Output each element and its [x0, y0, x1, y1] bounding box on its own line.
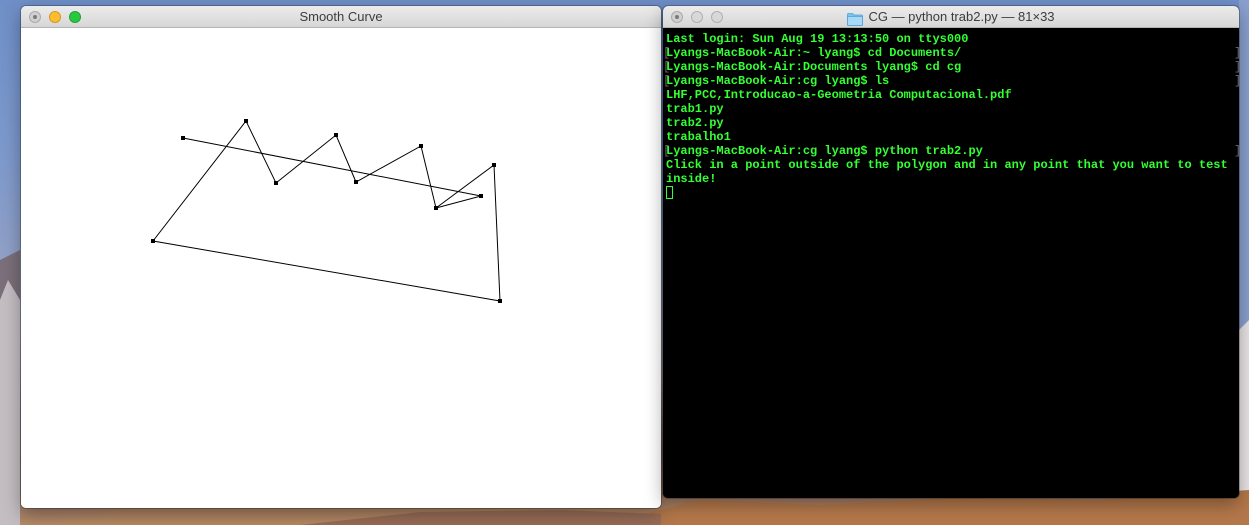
polygon-vertex[interactable] [354, 180, 358, 184]
prompt-mark-icon: ] [1234, 60, 1239, 74]
text-cursor-icon [666, 186, 673, 199]
zoom-button[interactable] [711, 11, 723, 23]
terminal-line: LHF,PCC,Introducao-a-Geometria Computaci… [666, 88, 1012, 102]
terminal-output[interactable]: Last login: Sun Aug 19 13:13:50 on ttys0… [663, 28, 1239, 498]
polygon-vertex[interactable] [492, 163, 496, 167]
terminal-line: trabalho1 [666, 130, 731, 144]
minimize-button[interactable] [691, 11, 703, 23]
polygon-vertex[interactable] [274, 181, 278, 185]
terminal-line: [Lyangs-MacBook-Air:~ lyang$ cd Document… [663, 46, 1239, 60]
prompt-mark-icon: [ [663, 74, 671, 88]
window-title: CG — python trab2.py — 81×33 [663, 6, 1239, 28]
terminal-line: [Lyangs-MacBook-Air:cg lyang$ ls] [663, 74, 1239, 88]
polygon-vertex[interactable] [181, 136, 185, 140]
prompt-mark-icon: [ [663, 46, 671, 60]
drawing-window-titlebar[interactable]: Smooth Curve [21, 6, 661, 28]
polygon-vertex[interactable] [434, 206, 438, 210]
prompt-mark-icon: ] [1234, 46, 1239, 60]
polygon-vertex[interactable] [498, 299, 502, 303]
polygon-drawing[interactable] [21, 28, 661, 508]
prompt-mark-icon: ] [1234, 144, 1239, 158]
polygon-vertex[interactable] [419, 144, 423, 148]
terminal-line: Click in a point outside of the polygon … [666, 158, 1228, 172]
desktop-background: Smooth Curve CG — python trab2.py — 81×3… [0, 0, 1249, 525]
polygon-vertex[interactable] [479, 194, 483, 198]
polygon-vertex[interactable] [244, 119, 248, 123]
polygon-vertex[interactable] [151, 239, 155, 243]
window-title-text: Smooth Curve [299, 9, 383, 24]
terminal-line: Last login: Sun Aug 19 13:13:50 on ttys0… [666, 32, 969, 46]
prompt-mark-icon: [ [663, 60, 671, 74]
terminal-window: CG — python trab2.py — 81×33 Last login:… [663, 6, 1239, 498]
window-controls [671, 11, 723, 23]
zoom-button[interactable] [69, 11, 81, 23]
drawing-window: Smooth Curve [21, 6, 661, 508]
terminal-line: [Lyangs-MacBook-Air:cg lyang$ python tra… [663, 144, 1239, 158]
terminal-line: [Lyangs-MacBook-Air:Documents lyang$ cd … [663, 60, 1239, 74]
prompt-mark-icon: [ [663, 144, 671, 158]
polygon-vertex[interactable] [334, 133, 338, 137]
terminal-cursor-line [666, 186, 1239, 200]
prompt-mark-icon: ] [1234, 74, 1239, 88]
window-controls [29, 11, 81, 23]
drawing-canvas[interactable] [21, 28, 661, 508]
minimize-button[interactable] [49, 11, 61, 23]
terminal-line: trab2.py [666, 116, 724, 130]
window-title-text: CG — python trab2.py — 81×33 [868, 9, 1055, 24]
window-title: Smooth Curve [21, 6, 661, 28]
terminal-line: trab1.py [666, 102, 724, 116]
close-button[interactable] [29, 11, 41, 23]
folder-icon [847, 11, 864, 26]
polygon-edges [152, 120, 501, 302]
close-button[interactable] [671, 11, 683, 23]
terminal-titlebar[interactable]: CG — python trab2.py — 81×33 [663, 6, 1239, 28]
terminal-line: inside! [666, 172, 717, 186]
